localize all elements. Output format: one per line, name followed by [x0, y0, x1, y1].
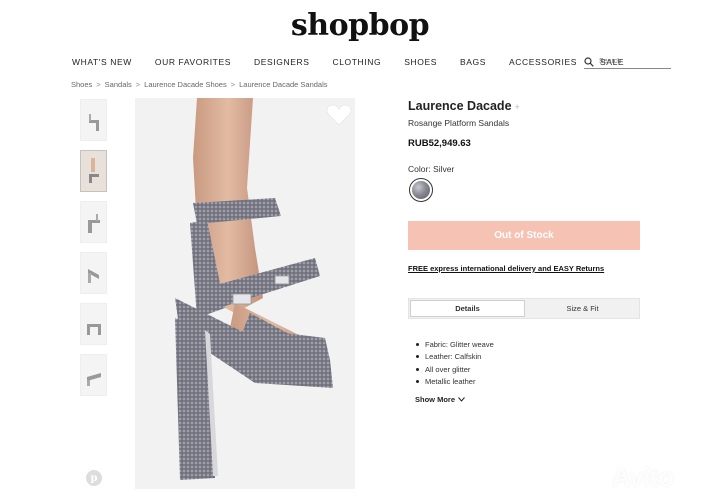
list-item: Fabric: Glitter weave	[416, 338, 494, 351]
show-more-label: Show More	[415, 395, 456, 404]
thumbnail-strip	[80, 99, 107, 405]
bullet	[416, 380, 419, 384]
product-designer[interactable]: Laurence Dacade +	[408, 99, 520, 113]
avito-watermark: Avito	[612, 462, 674, 492]
shipping-link[interactable]: FREE express international delivery and …	[408, 264, 604, 273]
breadcrumb-designer-shoes[interactable]: Laurence Dacade Shoes	[144, 80, 227, 89]
product-price: RUB52,949.63	[408, 138, 471, 149]
details-list: Fabric: Glitter weave Leather: Calfskin …	[416, 338, 494, 389]
list-item: Metallic leather	[416, 376, 494, 389]
nav-whats-new[interactable]: WHAT'S NEW	[72, 57, 132, 67]
sandal-thumbnail-icon	[88, 114, 99, 131]
tab-details[interactable]: Details	[410, 300, 525, 317]
thumbnail-5[interactable]	[80, 303, 107, 345]
list-item: Leather: Calfskin	[416, 351, 494, 364]
color-label: Color: Silver	[408, 164, 455, 174]
product-tabs: Details Size & Fit	[408, 298, 640, 319]
search-input[interactable]	[599, 58, 669, 65]
bullet	[416, 367, 419, 371]
breadcrumb: Shoes > Sandals > Laurence Dacade Shoes > Laur…	[71, 80, 328, 89]
detail-text: Metallic leather	[425, 377, 476, 387]
designer-name: Laurence Dacade	[408, 99, 512, 113]
sandal-thumbnail-icon	[87, 269, 99, 283]
detail-text: Fabric: Glitter weave	[425, 339, 494, 349]
product-name: Rosange Platform Sandals	[408, 118, 510, 128]
sandal-thumbnail-icon	[86, 373, 101, 386]
detail-text: All over glitter	[425, 364, 471, 374]
nav-shoes[interactable]: SHOES	[404, 57, 437, 67]
swatch-fill	[412, 181, 430, 199]
product-image[interactable]	[135, 98, 355, 489]
tab-size-fit[interactable]: Size & Fit	[526, 299, 639, 318]
color-swatch-silver[interactable]	[409, 178, 433, 202]
shopbop-logo[interactable]: shopbop	[0, 8, 720, 43]
thumbnail-2[interactable]	[80, 150, 107, 192]
breadcrumb-sandals[interactable]: Sandals	[105, 80, 132, 89]
bullet	[416, 355, 419, 359]
detail-text: Leather: Calfskin	[425, 352, 482, 362]
pinterest-icon[interactable]: p	[86, 470, 102, 486]
search-bar[interactable]	[584, 55, 671, 69]
main-nav: WHAT'S NEW OUR FAVORITES DESIGNERS CLOTH…	[72, 57, 647, 67]
leg-sandal-thumbnail-icon	[88, 158, 99, 183]
nav-clothing[interactable]: CLOTHING	[332, 57, 381, 67]
breadcrumb-separator: >	[135, 80, 141, 89]
product-photo-sandal	[135, 98, 355, 489]
sandal-thumbnail-icon	[87, 214, 100, 233]
nav-our-favorites[interactable]: OUR FAVORITES	[155, 57, 231, 67]
favorite-heart-icon[interactable]	[326, 104, 352, 126]
thumbnail-4[interactable]	[80, 252, 107, 294]
thumbnail-1[interactable]	[80, 99, 107, 141]
bullet	[416, 342, 419, 346]
nav-accessories[interactable]: ACCESSORIES	[509, 57, 577, 67]
breadcrumb-designer-sandals[interactable]: Laurence Dacade Sandals	[239, 80, 327, 89]
nav-bags[interactable]: BAGS	[460, 57, 486, 67]
list-item: All over glitter	[416, 363, 494, 376]
search-icon[interactable]	[584, 56, 594, 67]
favorite-designer-plus[interactable]: +	[515, 102, 520, 112]
breadcrumb-shoes[interactable]: Shoes	[71, 80, 92, 89]
chevron-down-icon	[458, 397, 465, 402]
show-more-button[interactable]: Show More	[415, 395, 465, 404]
breadcrumb-separator: >	[230, 80, 236, 89]
out-of-stock-button[interactable]: Out of Stock	[408, 221, 640, 250]
sandal-thumbnail-icon	[86, 324, 101, 335]
breadcrumb-separator: >	[96, 80, 101, 89]
thumbnail-6[interactable]	[80, 354, 107, 396]
nav-designers[interactable]: DESIGNERS	[254, 57, 309, 67]
thumbnail-3[interactable]	[80, 201, 107, 243]
